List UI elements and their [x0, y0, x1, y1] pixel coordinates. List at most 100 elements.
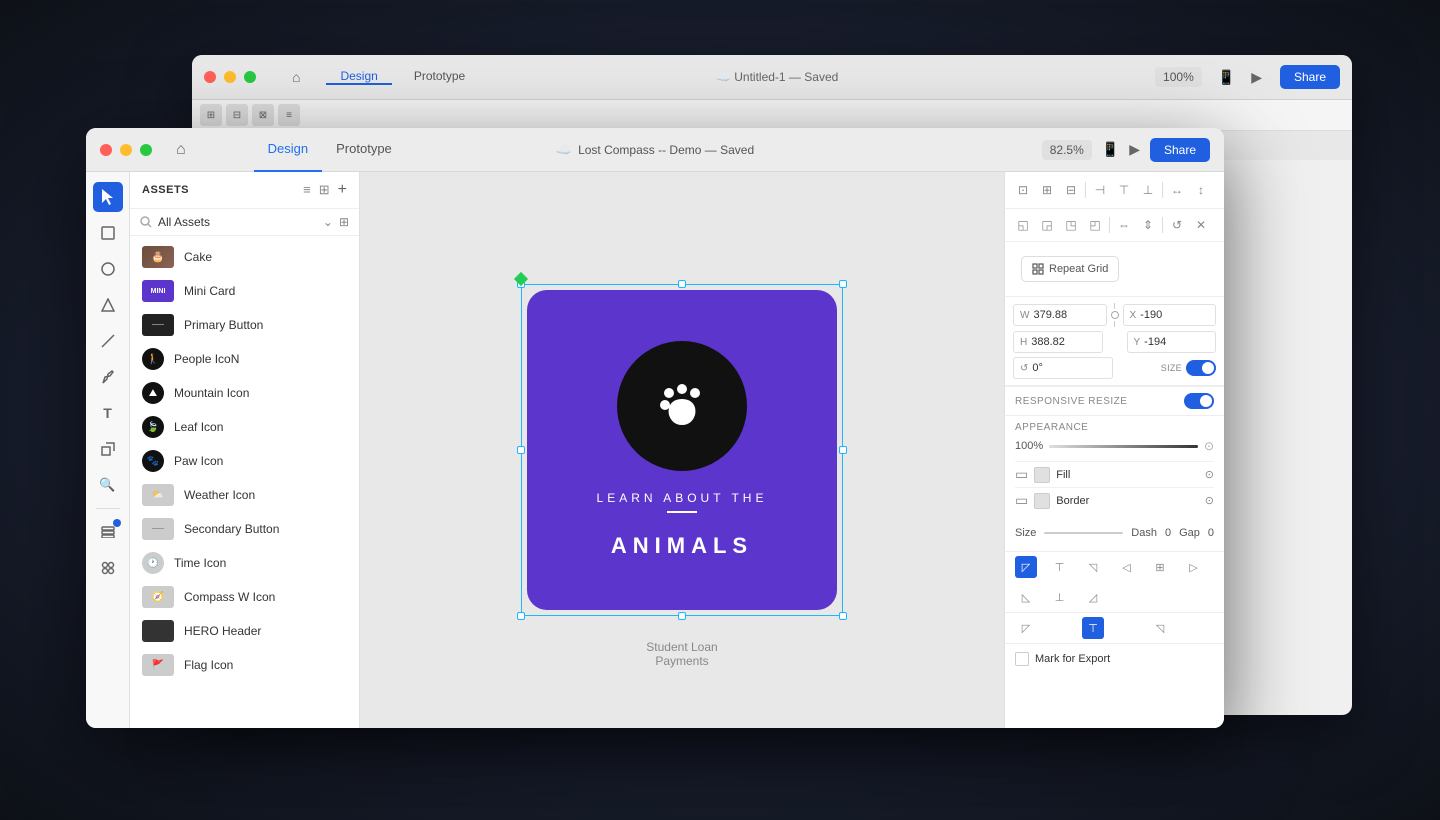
align-br-btn[interactable]: ◿ — [1082, 586, 1104, 608]
corner-tr-btn[interactable]: ◹ — [1149, 617, 1171, 639]
back-window-close-btn[interactable] — [204, 71, 216, 83]
main-prototype-tab[interactable]: Prototype — [322, 128, 406, 172]
handle-middle-left[interactable] — [517, 446, 525, 454]
asset-item-mini-card[interactable]: MINI Mini Card — [130, 274, 359, 308]
repeat-grid-btn[interactable]: Repeat Grid — [1021, 256, 1119, 282]
align-top-icon[interactable]: ⊣ — [1088, 176, 1112, 204]
border-remove-btn[interactable]: ▭ — [1015, 492, 1028, 509]
main-window-max-btn[interactable] — [140, 144, 152, 156]
main-share-btn[interactable]: Share — [1150, 138, 1210, 162]
border-eyedropper-btn[interactable]: ⊙ — [1205, 494, 1214, 507]
asset-item-time-icon[interactable]: 🕐 Time Icon — [130, 546, 359, 580]
asset-item-mountain-icon[interactable]: ⛰ Mountain Icon — [130, 376, 359, 410]
align-left-icon[interactable]: ⊡ — [1011, 176, 1035, 204]
align-ml-btn[interactable]: ◁ — [1116, 556, 1138, 578]
line-tool-btn[interactable] — [93, 326, 123, 356]
align-bl-btn[interactable]: ◺ — [1015, 586, 1037, 608]
asset-item-cake[interactable]: 🎂 Cake — [130, 240, 359, 274]
align-bc-btn[interactable]: ⊥ — [1049, 586, 1071, 608]
back-window-max-btn[interactable] — [244, 71, 256, 83]
align-middle-v-icon[interactable]: ⊤ — [1112, 176, 1136, 204]
scale-icon[interactable]: ✕ — [1189, 211, 1213, 239]
asset-item-compass-icon[interactable]: 🧭 Compass W Icon — [130, 580, 359, 614]
boolean-tool-btn[interactable] — [93, 434, 123, 464]
transform-icon-3[interactable]: ◳ — [1059, 211, 1083, 239]
back-window-share-btn[interactable]: Share — [1280, 65, 1340, 89]
transform-icon-4[interactable]: ◰ — [1083, 211, 1107, 239]
asset-item-hero-header[interactable]: HERO Header — [130, 614, 359, 648]
back-window-device-icon[interactable]: 📱 — [1218, 69, 1235, 86]
select-tool-btn[interactable] — [93, 182, 123, 212]
corner-tl-btn[interactable]: ◸ — [1015, 617, 1037, 639]
distribute-h-icon[interactable]: ↔ — [1165, 176, 1189, 204]
rotate-field[interactable]: ↺ 0° — [1013, 357, 1113, 379]
back-align-icon-1[interactable]: ⊞ — [200, 104, 222, 126]
canvas-area[interactable]: LEARN ABOUT THE ANIMALS — [360, 172, 1004, 728]
assets-filter-icon[interactable]: ⌄ — [323, 215, 333, 229]
responsive-resize-toggle[interactable] — [1184, 393, 1214, 409]
flip-v-icon[interactable]: ⇕ — [1136, 211, 1160, 239]
align-bottom-icon[interactable]: ⊥ — [1136, 176, 1160, 204]
zoom-tool-btn[interactable]: 🔍 — [93, 470, 123, 500]
asset-item-flag-icon[interactable]: 🚩 Flag Icon — [130, 648, 359, 682]
back-window-design-tab[interactable]: Design — [326, 69, 391, 85]
handle-middle-right[interactable] — [839, 446, 847, 454]
corner-tc-btn[interactable]: ⊤ — [1082, 617, 1104, 639]
handle-bottom-middle[interactable] — [678, 612, 686, 620]
back-window-play-icon[interactable]: ▶ — [1251, 69, 1262, 86]
ellipse-tool-btn[interactable] — [93, 254, 123, 284]
handle-top-right[interactable] — [839, 280, 847, 288]
handle-bottom-right[interactable] — [839, 612, 847, 620]
assets-list-view-btn[interactable]: ≡ — [303, 182, 311, 198]
triangle-tool-btn[interactable] — [93, 290, 123, 320]
asset-item-leaf-icon[interactable]: 🍃 Leaf Icon — [130, 410, 359, 444]
asset-item-primary-btn[interactable]: —— Primary Button — [130, 308, 359, 342]
back-align-icon-4[interactable]: ≡ — [278, 104, 300, 126]
distribute-v-icon[interactable]: ↕ — [1189, 176, 1213, 204]
fill-eyedropper-btn[interactable]: ⊙ — [1205, 468, 1214, 481]
transform-icon-2[interactable]: ◲ — [1035, 211, 1059, 239]
assets-grid-view-btn[interactable]: ⊞ — [319, 182, 330, 198]
fill-color-swatch[interactable] — [1034, 467, 1050, 483]
main-window-min-btn[interactable] — [120, 144, 132, 156]
text-tool-btn[interactable]: T — [93, 398, 123, 428]
main-window-home-icon[interactable]: ⌂ — [176, 141, 186, 159]
back-align-icon-2[interactable]: ⊟ — [226, 104, 248, 126]
assets-view-toggle-icon[interactable]: ⊞ — [339, 215, 349, 229]
align-center-h-icon[interactable]: ⊞ — [1035, 176, 1059, 204]
main-design-tab[interactable]: Design — [254, 128, 322, 172]
back-window-zoom[interactable]: 100% — [1155, 67, 1202, 87]
align-tr-btn[interactable]: ◹ — [1082, 556, 1104, 578]
back-align-icon-3[interactable]: ⊠ — [252, 104, 274, 126]
layers-btn[interactable] — [93, 517, 123, 547]
align-tl-btn[interactable]: ◸ — [1015, 556, 1037, 578]
asset-item-secondary-btn[interactable]: —— Secondary Button — [130, 512, 359, 546]
rotate-icon[interactable]: ↺ — [1165, 211, 1189, 239]
main-device-icon[interactable]: 📱 — [1102, 141, 1119, 158]
assets-add-btn[interactable]: + — [338, 182, 347, 198]
dimension-link-icon[interactable] — [1111, 303, 1119, 327]
flip-h-icon[interactable]: ⇔ — [1112, 211, 1136, 239]
opacity-bar[interactable] — [1049, 445, 1198, 448]
pen-tool-btn[interactable] — [93, 362, 123, 392]
opacity-eyedropper-icon[interactable]: ⊙ — [1204, 439, 1214, 453]
y-field[interactable]: Y -194 — [1127, 331, 1217, 353]
size-slider[interactable] — [1044, 532, 1123, 534]
width-field[interactable]: W 379.88 — [1013, 304, 1107, 326]
align-right-icon[interactable]: ⊟ — [1059, 176, 1083, 204]
handle-bottom-left[interactable] — [517, 612, 525, 620]
fill-remove-btn[interactable]: ▭ — [1015, 466, 1028, 483]
x-field[interactable]: X -190 — [1123, 304, 1217, 326]
size-toggle[interactable] — [1186, 360, 1216, 376]
rectangle-tool-btn[interactable] — [93, 218, 123, 248]
main-play-icon[interactable]: ▶ — [1129, 141, 1140, 158]
assets-search-input[interactable] — [158, 215, 317, 229]
align-mr-btn[interactable]: ▷ — [1183, 556, 1205, 578]
asset-item-people-icon[interactable]: 🚶 People IcoN — [130, 342, 359, 376]
align-tc-btn[interactable]: ⊤ — [1049, 556, 1071, 578]
export-checkbox[interactable] — [1015, 652, 1029, 666]
asset-item-paw-icon[interactable]: 🐾 Paw Icon — [130, 444, 359, 478]
border-color-swatch[interactable] — [1034, 493, 1050, 509]
back-window-home-icon[interactable]: ⌂ — [292, 69, 300, 85]
back-window-min-btn[interactable] — [224, 71, 236, 83]
